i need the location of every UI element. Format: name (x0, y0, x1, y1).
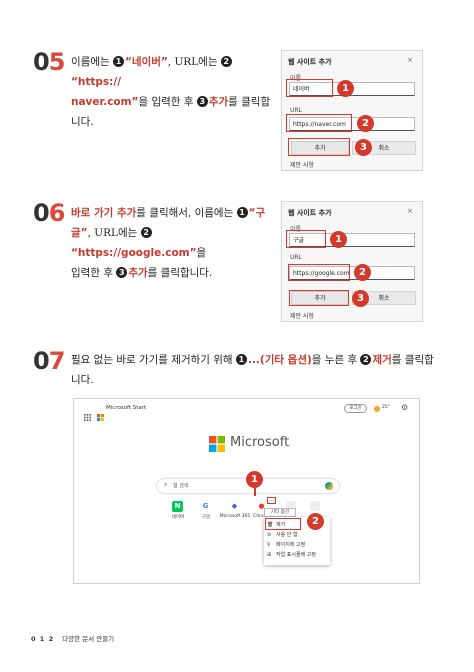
more-options-button[interactable]: ... (267, 497, 276, 504)
taskbar-icon: ⊞ (267, 552, 272, 558)
callout-connector (254, 488, 256, 496)
highlight-add-button (289, 290, 349, 306)
app-name[interactable]: Microsoft Start (106, 405, 146, 411)
callout-number-1: 1 (236, 207, 248, 218)
weather-temperature: 25° (382, 405, 390, 410)
step-number-06: 06 (33, 199, 65, 227)
weather-sun-icon (374, 406, 380, 412)
step-7-line-2: 니다. (71, 374, 94, 386)
callout-number-3: 3 (196, 96, 208, 107)
microsoft-logo-icon (209, 436, 225, 452)
callout-badge-2: 2 (357, 115, 374, 132)
callout-badge-1: 1 (330, 231, 347, 248)
callout-badge-1: 1 (246, 471, 263, 488)
menu-item-pin-page[interactable]: ⚲ 페이지에 고정 (264, 540, 330, 550)
step-6-line-1: 바로 가기 추가를 클릭해서, 이름에는 1 “구 (71, 207, 266, 219)
callout-badge-3: 3 (352, 290, 369, 307)
callout-badge-1: 1 (337, 80, 354, 97)
highlight-name-field (286, 79, 333, 97)
step-6-instruction: 바로 가기 추가를 클릭해서, 이름에는 1 “구 글”, URL에는 2“htt… (71, 203, 276, 283)
step-5-line-1: 이름에는 1 “네이버”, URL에는 2“https:// (71, 52, 276, 92)
step-6-line-2: 글”, URL에는 2“https://google.com”을 (71, 227, 207, 259)
search-icon: ⌕ (164, 481, 168, 488)
suggestions-label: 제안 사항 (290, 313, 314, 320)
step-5-line-2: naver.com”을 입력한 후 3 추가를 클릭합 (71, 96, 271, 108)
login-button[interactable]: 로그인 (344, 404, 367, 413)
step-7-instruction: 필요 없는 바로 가기를 제거하기 위해 1 ...(기타 옵션)을 누른 후 2… (71, 350, 436, 390)
copilot-icon[interactable] (325, 482, 333, 490)
callout-badge-2: 2 (354, 264, 371, 281)
callout-number-3: 3 (116, 267, 128, 278)
close-icon[interactable]: × (407, 56, 413, 64)
step-5-instruction: 이름에는 1 “네이버”, URL에는 2“https:// naver.com”… (71, 52, 276, 132)
callout-number-1: 1 (112, 56, 124, 67)
step-6-line-3: 입력한 후 3 추가를 클릭합니다. (71, 267, 213, 279)
page-number: 0 1 2 (31, 635, 55, 643)
pin-icon: ⚲ (267, 542, 271, 548)
callout-number-1: 1 (235, 354, 247, 365)
naver-icon: N (172, 501, 183, 512)
apps-grid-icon[interactable] (84, 406, 91, 421)
callout-number-2: 2 (140, 227, 152, 238)
highlight-name-field (286, 230, 326, 248)
google-icon: G (202, 502, 209, 510)
tile-google[interactable]: G 구글 (194, 499, 218, 521)
suggestions-label: 제안 사항 (290, 162, 314, 169)
page-footer: 0 1 2 다양한 문서 만들기 (31, 633, 114, 643)
close-icon[interactable]: × (407, 207, 413, 215)
url-label: URL (290, 107, 302, 114)
menu-item-pin-taskbar[interactable]: ⊞ 작업 표시줄에 고정 (264, 550, 330, 560)
highlight-add-button (288, 138, 350, 156)
highlight-remove-item (265, 518, 301, 530)
browser-new-tab-screenshot: Microsoft Start 로그인 25° ⚙ Microsoft ⌕ 웹 … (73, 398, 420, 584)
dialog-title: 웹 사이트 추가 (288, 209, 332, 217)
microsoft-365-icon: ◆ (231, 502, 238, 510)
block-icon: ⊘ (267, 532, 272, 538)
callout-badge-3: 3 (355, 139, 372, 156)
callout-number-2: 2 (220, 56, 232, 67)
tile-naver[interactable]: N 네이버 (166, 499, 190, 521)
callout-number-2: 2 (360, 354, 372, 365)
step-number-07: 07 (33, 347, 65, 375)
callout-badge-2: 2 (307, 513, 324, 530)
menu-item-disable[interactable]: ⊘ 사용 안 함 (264, 530, 330, 540)
step-5-line-3: 니다. (71, 116, 94, 128)
highlight-url-field (286, 114, 352, 132)
settings-gear-icon[interactable]: ⚙ (401, 403, 408, 412)
tile-hidden-2[interactable] (310, 501, 320, 511)
url-label: URL (290, 254, 302, 261)
step-7-line-1: 필요 없는 바로 가기를 제거하기 위해 1 ...(기타 옵션)을 누른 후 2… (71, 354, 434, 366)
highlight-url-field (288, 264, 350, 281)
microsoft-start-logo-icon (97, 406, 104, 421)
more-options-tooltip: 기타 옵션 (264, 508, 296, 517)
search-placeholder: 웹 검색 (173, 483, 189, 489)
step-number-05: 05 (33, 48, 65, 76)
dialog-title: 웹 사이트 추가 (288, 58, 332, 66)
microsoft-wordmark: Microsoft (230, 435, 290, 450)
chapter-title: 다양한 문서 만들기 (62, 635, 115, 643)
